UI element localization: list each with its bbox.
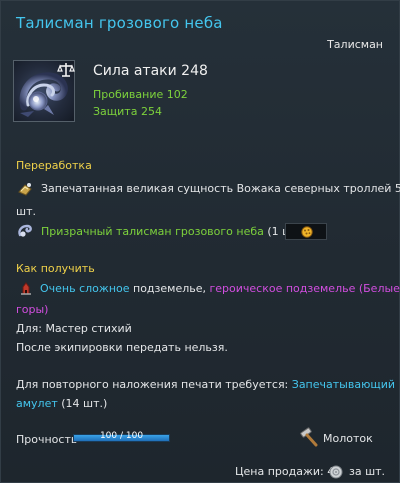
honeycomb-icon bbox=[301, 226, 313, 238]
repair-label: Молоток bbox=[323, 432, 373, 445]
hammer-icon bbox=[300, 427, 318, 447]
reseal-prefix: Для повторного наложения печати требуетс… bbox=[16, 378, 292, 391]
reseal-qty: (14 шт.) bbox=[57, 397, 108, 410]
stat-penetration: Пробивание 102 bbox=[93, 88, 188, 101]
material-1-text-cont: шт. bbox=[16, 205, 36, 218]
sell-unit: за шт. bbox=[349, 465, 386, 478]
obtain-heading: Как получить bbox=[16, 262, 95, 275]
reseal-item-link-cont[interactable]: амулет bbox=[16, 397, 58, 410]
class-restriction: Для: Мастер стихий bbox=[16, 322, 132, 335]
hard-mode-link[interactable]: Очень сложное bbox=[40, 282, 130, 295]
reseal-item-link[interactable]: Запечатывающий bbox=[292, 378, 395, 391]
sell-price-label: Цена продажи: 4 bbox=[235, 465, 335, 478]
bind-restriction: После экипировки передать нельзя. bbox=[16, 341, 228, 354]
sealed-essence-icon bbox=[18, 183, 32, 196]
reseal-line-1: Для повторного наложения печати требуетс… bbox=[16, 378, 395, 391]
item-type: Талисман bbox=[327, 38, 383, 51]
dungeon-word: подземелье, bbox=[129, 282, 210, 295]
material-2-line: Призрачный талисман грозового неба (1 шт… bbox=[41, 225, 306, 238]
durability-label: Прочность bbox=[16, 433, 78, 446]
durability-value: 100 / 100 bbox=[99, 431, 144, 441]
heroic-dungeon-link-cont[interactable]: горы) bbox=[16, 303, 48, 316]
item-title: Талисман грозового неба bbox=[16, 14, 223, 32]
reseal-line-2: амулет (14 шт.) bbox=[16, 397, 107, 410]
rework-heading: Переработка bbox=[16, 159, 92, 172]
heroic-dungeon-link[interactable]: героическое подземелье (Белые bbox=[210, 282, 400, 295]
material-slot[interactable] bbox=[285, 223, 327, 240]
material-1-text: Запечатанная великая сущность Вожака сев… bbox=[41, 182, 400, 195]
silver-coin-icon bbox=[329, 465, 343, 479]
scales-emblem-icon bbox=[57, 63, 75, 77]
item-tooltip: Талисман грозового неба Талисман Сила ат… bbox=[0, 0, 400, 483]
stat-defense: Защита 254 bbox=[93, 105, 162, 118]
dungeon-icon bbox=[21, 282, 31, 295]
obtain-line-1: Очень сложное подземелье, героическое по… bbox=[40, 282, 400, 295]
phantom-talisman-icon bbox=[18, 224, 32, 237]
attack-power: Сила атаки 248 bbox=[93, 63, 208, 79]
material-2-name: Призрачный талисман грозового неба bbox=[41, 225, 264, 238]
